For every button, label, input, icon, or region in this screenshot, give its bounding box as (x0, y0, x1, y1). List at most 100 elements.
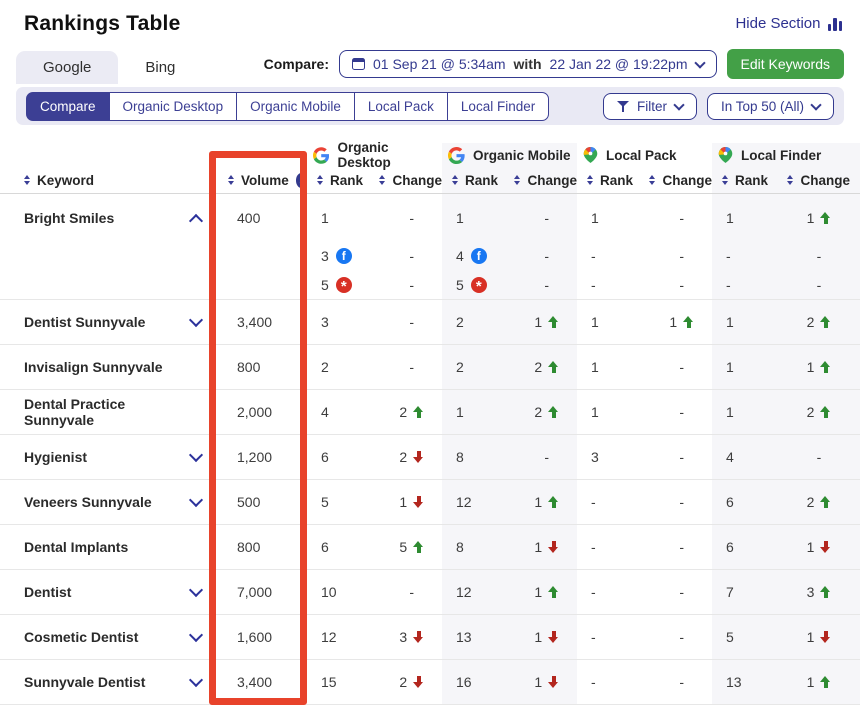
rank-value: 12 (456, 494, 472, 510)
sort-arrows-icon[interactable] (514, 175, 520, 185)
rank-value: 6 (321, 449, 329, 465)
group-header-local-pack: Local Pack (577, 143, 712, 167)
expand-chevron-icon[interactable] (189, 628, 203, 642)
change-value: 1 (534, 494, 542, 510)
keyword-row-group: Dental Practice Sunnyvale 2,000 42 12 1-… (0, 390, 860, 435)
sort-arrows-icon[interactable] (24, 175, 30, 185)
rank-value: 1 (591, 210, 599, 226)
filter-controls: Filter In Top 50 (All) (603, 93, 834, 120)
table-group-header-row: Organic Desktop Organic Mobile Local Pac… (0, 143, 860, 167)
expand-chevron-icon[interactable] (189, 673, 203, 687)
rank-value: 6 (726, 494, 734, 510)
rank-value: 13 (726, 674, 742, 690)
change-value: 1 (534, 539, 542, 555)
keyword-label: Dentist (24, 584, 71, 600)
sort-arrows-icon[interactable] (587, 175, 593, 185)
view-tab-organic-mobile[interactable]: Organic Mobile (236, 92, 355, 121)
change-value: 1 (807, 674, 815, 690)
view-tab-compare[interactable]: Compare (26, 92, 110, 121)
expand-chevron-icon[interactable] (189, 448, 203, 462)
rank-value: 1 (726, 210, 734, 226)
change-value: 3 (399, 629, 407, 645)
change-header-label: Change (662, 173, 712, 188)
rank-source-icon (336, 277, 352, 293)
keyword-row-group: Hygienist 1,200 62 8- 3- 4- (0, 435, 860, 480)
view-tab-local-finder[interactable]: Local Finder (447, 92, 549, 121)
sort-arrows-icon[interactable] (649, 175, 655, 185)
rank-value: 5 (321, 494, 329, 510)
change-value: 2 (807, 494, 815, 510)
change-arrow-icon (820, 212, 831, 224)
change-value: 1 (807, 539, 815, 555)
table-row: Dentist Sunnyvale 3,400 3- 21 11 12 (0, 300, 860, 344)
rank-value: 5 (456, 277, 464, 293)
change-arrow-icon (548, 361, 559, 373)
change-value: 2 (534, 359, 542, 375)
view-tab-organic-desktop[interactable]: Organic Desktop (109, 92, 238, 121)
change-arrow-icon (413, 676, 424, 688)
sort-arrows-icon[interactable] (787, 175, 793, 185)
change-value: - (544, 210, 549, 226)
change-value: 2 (534, 404, 542, 420)
rank-source-icon (336, 248, 352, 264)
info-icon[interactable] (296, 173, 307, 188)
view-tabs: Compare Organic Desktop Organic Mobile L… (26, 92, 549, 121)
group-header-organic-mobile: Organic Mobile (442, 143, 577, 167)
chevron-down-icon (810, 99, 821, 110)
rank-header-label: Rank (465, 173, 498, 188)
expand-chevron-icon[interactable] (189, 583, 203, 597)
top-filter-dropdown[interactable]: In Top 50 (All) (707, 93, 834, 120)
date-range-picker[interactable]: 01 Sep 21 @ 5:34am with 22 Jan 22 @ 19:2… (339, 50, 717, 78)
change-arrow-icon (820, 496, 831, 508)
change-arrow-icon (820, 316, 831, 328)
rank-value: 5 (726, 629, 734, 645)
expand-chevron-icon[interactable] (189, 493, 203, 507)
tab-google[interactable]: Google (16, 51, 118, 84)
change-header-label: Change (527, 173, 577, 188)
group-label: Local Pack (606, 148, 677, 163)
compare-label: Compare: (264, 56, 329, 72)
change-value: 1 (534, 584, 542, 600)
group-label: Organic Mobile (473, 148, 571, 163)
change-value: - (679, 449, 684, 465)
rank-header-label: Rank (735, 173, 768, 188)
table-sub-row: 3- 4- -- -- (0, 241, 860, 270)
tab-bing[interactable]: Bing (118, 51, 202, 84)
change-value: 1 (534, 314, 542, 330)
sort-arrows-icon[interactable] (379, 175, 385, 185)
change-value: 1 (807, 210, 815, 226)
change-value: - (679, 494, 684, 510)
sort-arrows-icon[interactable] (317, 175, 323, 185)
change-arrow-icon (413, 631, 424, 643)
sort-arrows-icon[interactable] (722, 175, 728, 185)
google-g-icon (448, 147, 465, 164)
rank-value: 16 (456, 674, 472, 690)
rank-value: 1 (591, 404, 599, 420)
sort-arrows-icon[interactable] (452, 175, 458, 185)
change-arrow-icon (820, 406, 831, 418)
rank-value: - (591, 584, 596, 600)
keyword-label: Sunnyvale Dentist (24, 674, 145, 690)
hide-section-link[interactable]: Hide Section (735, 15, 842, 32)
filter-dropdown[interactable]: Filter (603, 93, 697, 120)
sort-arrows-icon[interactable] (228, 175, 234, 185)
table-row: Invisalign Sunnyvale 800 2- 22 1- 11 (0, 345, 860, 389)
rank-value: 6 (321, 539, 329, 555)
change-value: 1 (534, 674, 542, 690)
table-column-header-row: Keyword Volume RankChange RankChange Ran… (0, 167, 860, 194)
expand-chevron-icon[interactable] (189, 313, 203, 327)
view-tab-local-pack[interactable]: Local Pack (354, 92, 448, 121)
keyword-header-label: Keyword (37, 173, 94, 188)
keyword-label: Hygienist (24, 449, 87, 465)
volume-cell: 1,600 (213, 615, 307, 659)
change-arrow-icon (820, 676, 831, 688)
change-arrow-icon (548, 316, 559, 328)
edit-keywords-button[interactable]: Edit Keywords (727, 49, 844, 79)
change-value: 5 (399, 539, 407, 555)
change-arrow-icon (413, 496, 424, 508)
keyword-label: Bright Smiles (24, 210, 114, 226)
rank-value: 1 (726, 359, 734, 375)
collapse-chevron-icon[interactable] (189, 213, 203, 227)
group-label: Local Finder (741, 148, 821, 163)
rank-value: 1 (456, 210, 464, 226)
